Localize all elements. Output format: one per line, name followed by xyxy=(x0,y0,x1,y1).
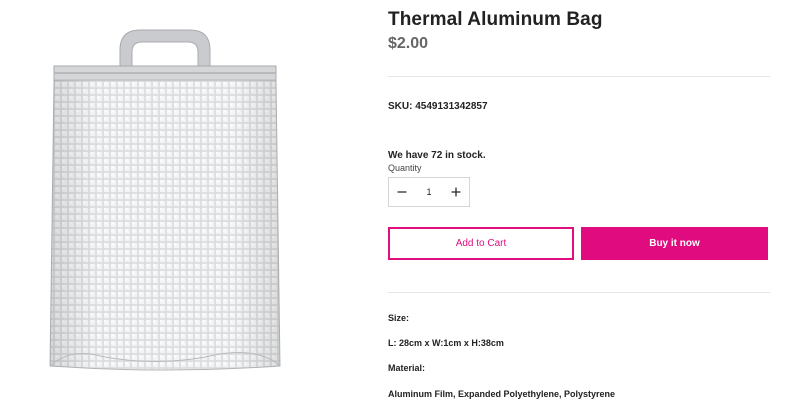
minus-icon xyxy=(397,191,407,193)
increase-quantity-button[interactable] xyxy=(443,178,469,206)
product-page: Thermal Aluminum Bag $2.00 SKU: 45491313… xyxy=(0,0,800,412)
sku-text: SKU: 4549131342857 xyxy=(388,101,488,112)
plus-icon xyxy=(451,187,461,197)
divider xyxy=(388,76,770,77)
product-image[interactable] xyxy=(40,18,300,378)
divider xyxy=(388,292,770,293)
decrease-quantity-button[interactable] xyxy=(389,178,415,206)
add-to-cart-button[interactable]: Add to Cart xyxy=(388,227,574,260)
size-value: L: 28cm x W:1cm x H:38cm xyxy=(388,338,504,348)
stock-status: We have 72 in stock. xyxy=(388,150,486,161)
buy-now-button[interactable]: Buy it now xyxy=(581,227,768,260)
size-label: Size: xyxy=(388,313,410,323)
material-label: Material: xyxy=(388,363,426,373)
product-price: $2.00 xyxy=(388,35,429,52)
quantity-input[interactable]: 1 xyxy=(417,187,441,197)
thermal-bag-illustration xyxy=(49,29,281,371)
material-value: Aluminum Film, Expanded Polyethylene, Po… xyxy=(388,389,616,399)
product-title: Thermal Aluminum Bag xyxy=(388,9,603,30)
quantity-label: Quantity xyxy=(388,163,422,173)
quantity-stepper: 1 xyxy=(388,177,470,207)
